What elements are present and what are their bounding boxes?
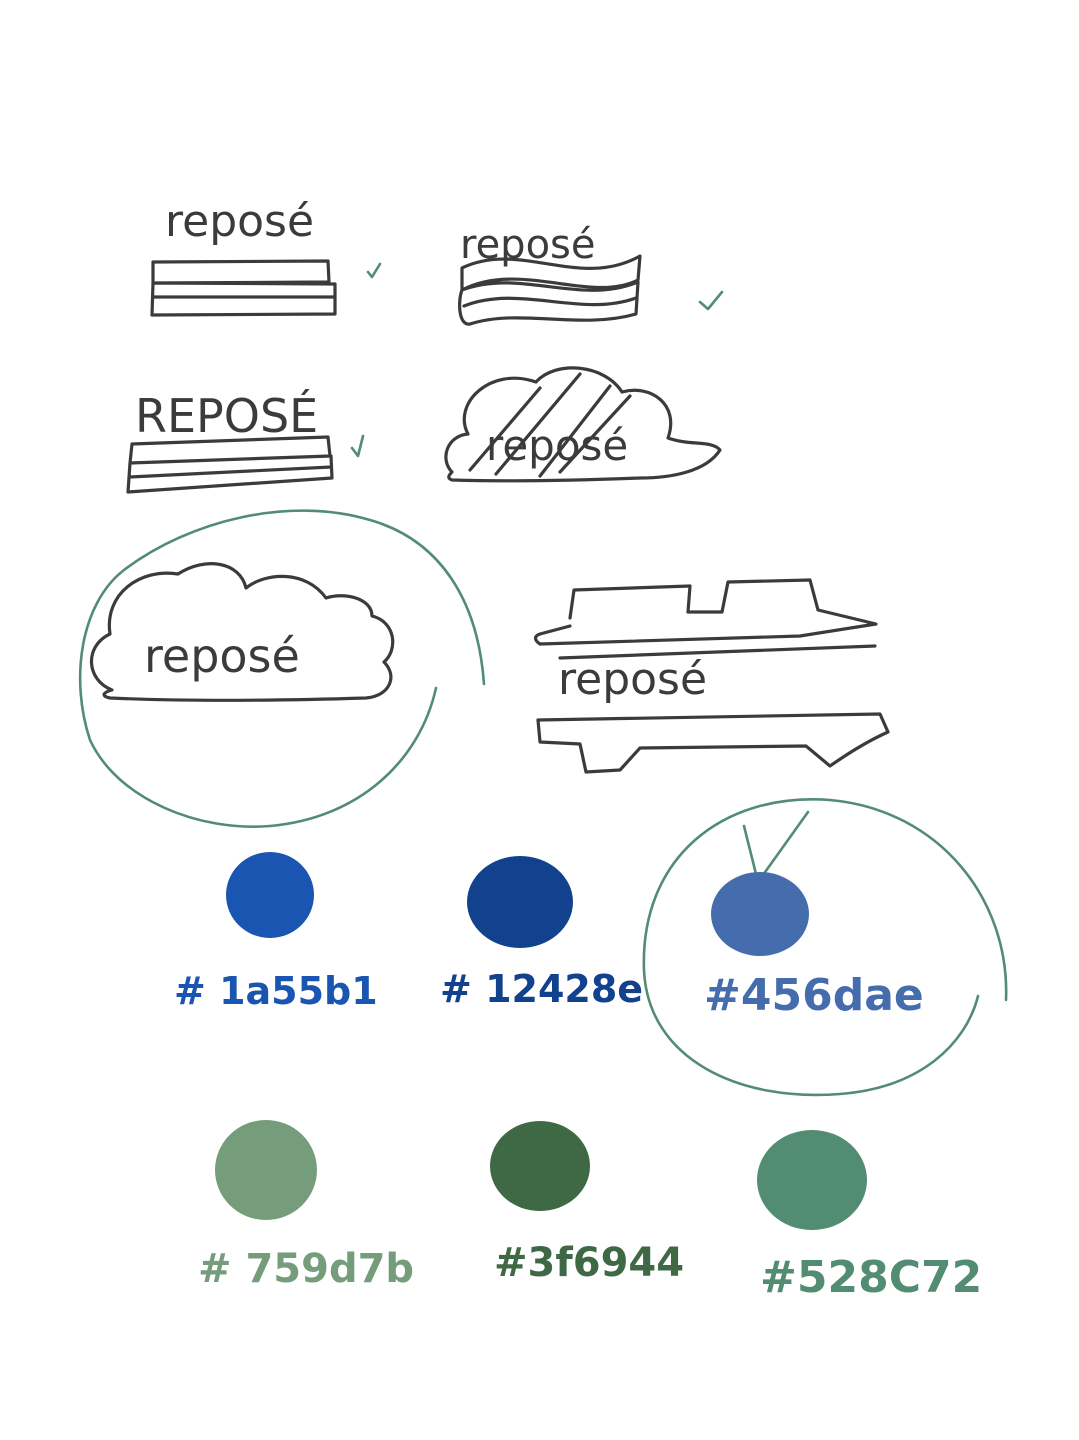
hex-label-759d7b: # 759d7b [198,1246,414,1292]
swatch-3f6944 [490,1121,590,1211]
swatch-check-mark [742,810,810,884]
logo-stacked-bars-word: reposé [165,196,314,247]
sketch-canvas: reposé reposé REPOSÉ reposé reposé repos… [0,0,1079,1440]
caps-bars-outline [126,435,334,494]
check-mark-3 [350,434,365,458]
logo-car-word: reposé [558,654,707,705]
logo-stacked-bars: reposé [150,196,382,317]
swatch-456dae [711,872,809,956]
check-mark-1 [366,262,382,279]
swatch-759d7b [215,1120,317,1220]
hex-label-12428e: # 12428e [440,967,643,1011]
hex-label-456dae: #456dae [704,970,924,1021]
swatch-1a55b1 [226,852,314,938]
color-palette: # 1a55b1 # 12428e #456dae # 759d7b #3f69… [174,798,1008,1303]
hex-label-3f6944: #3f6944 [494,1240,684,1286]
logo-hatched-cloud-word: reposé [486,421,628,470]
logo-wavy-bars: reposé [458,222,724,326]
logo-circled-cloud-word: reposé [144,629,300,683]
check-mark-2 [698,290,724,311]
sketch-drawing: reposé reposé REPOSÉ reposé reposé repos… [78,196,1008,1303]
swatch-12428e [467,856,573,948]
stacked-bars-outline [150,259,337,317]
hex-label-528c72: #528C72 [760,1252,982,1303]
hex-label-1a55b1: # 1a55b1 [174,969,378,1013]
selection-circle-swatch [642,798,1008,1097]
logo-caps-bars-word: REPOSÉ [135,389,318,443]
logo-hatched-cloud: reposé [444,366,722,483]
logo-car: reposé [533,578,890,774]
logo-caps-bars: REPOSÉ [126,389,365,494]
logo-circled-cloud: reposé [78,509,486,828]
swatch-528c72 [757,1130,867,1230]
